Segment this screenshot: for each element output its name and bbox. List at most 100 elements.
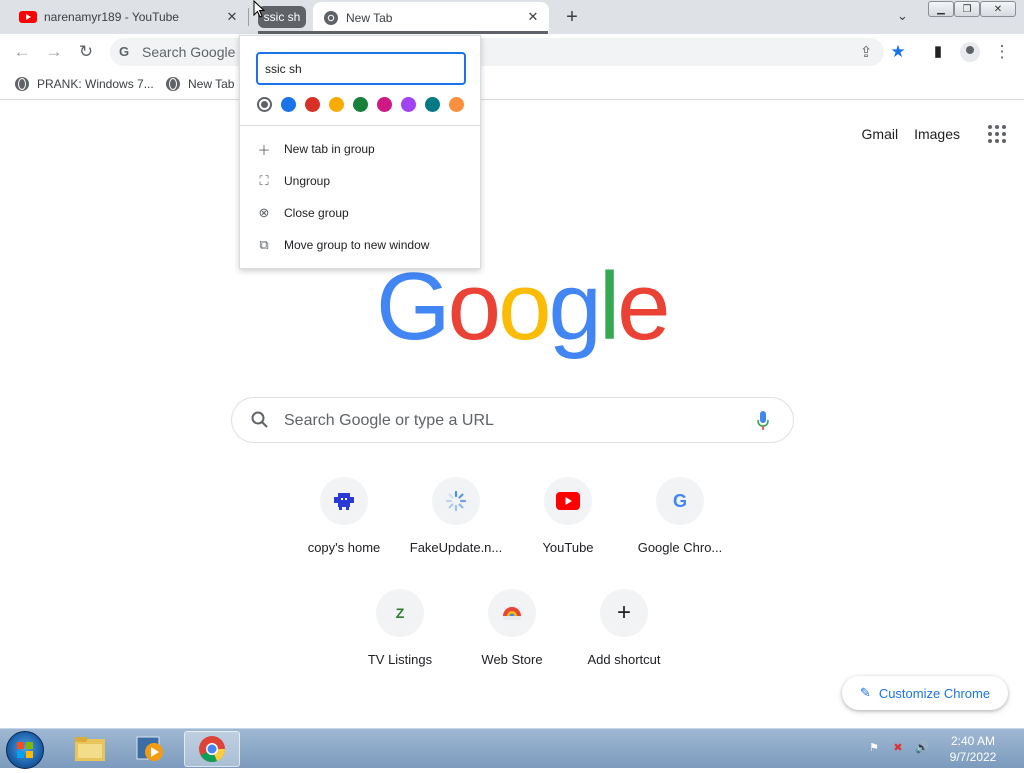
shortcut-copys-home[interactable]: copy's home (288, 477, 400, 577)
shortcut-youtube[interactable]: YouTube (512, 477, 624, 577)
customize-chrome-button[interactable]: ✎ Customize Chrome (842, 676, 1008, 710)
shortcut-web-store[interactable]: Web Store (456, 589, 568, 689)
customize-label: Customize Chrome (878, 685, 991, 701)
volume-icon[interactable]: 🔊 (914, 741, 930, 755)
clock-date: 9/7/2022 (949, 750, 997, 764)
loading-spinner-icon (445, 490, 467, 512)
microphone-icon[interactable] (756, 410, 770, 432)
search-box[interactable]: Search Google or type a URL (231, 397, 794, 443)
address-text: Search Google or type a URL (142, 44, 238, 60)
shortcut-label: Add shortcut (587, 652, 661, 667)
network-icon[interactable]: ✖ (890, 741, 906, 755)
tab-group-editor: ＋ New tab in group ⛶ Ungroup ⊗ Close gro… (239, 35, 481, 269)
chrome-icon (199, 736, 225, 763)
share-icon[interactable]: ⇪ (856, 43, 876, 61)
shortcut-label: FakeUpdate.n... (409, 540, 503, 555)
toolbar: ← → ↻ G Search Google or type a URL ⇪ ★ … (0, 34, 1024, 70)
google-g-icon: G (119, 44, 130, 59)
restore-button[interactable]: ❐ (954, 1, 980, 17)
shortcut-fakeupdate[interactable]: FakeUpdate.n... (400, 477, 512, 577)
globe-icon (15, 77, 29, 91)
close-circle-icon: ⊗ (258, 205, 270, 220)
forward-icon[interactable]: → (44, 42, 64, 62)
close-tab-icon[interactable]: ✕ (224, 9, 240, 25)
menu-item-label: Close group (284, 206, 349, 220)
shortcut-label: TV Listings (367, 652, 433, 667)
images-link[interactable]: Images (914, 126, 960, 142)
color-red-swatch[interactable] (305, 97, 320, 112)
close-group-item[interactable]: ⊗ Close group (240, 197, 480, 229)
start-button[interactable] (6, 731, 44, 769)
tab-search-icon[interactable]: ⌄ (897, 8, 908, 24)
system-clock[interactable]: 2:40 AM 9/7/2022 (940, 733, 1006, 765)
ungroup-icon: ⛶ (259, 173, 269, 188)
google-apps-icon[interactable] (988, 125, 1006, 143)
close-tab-icon[interactable]: ✕ (525, 9, 541, 25)
shortcut-label: Google Chro... (637, 540, 723, 555)
taskbar-explorer[interactable] (62, 731, 118, 767)
shortcut-icon (488, 589, 536, 637)
plus-icon: + (616, 599, 631, 626)
tab-new-tab[interactable]: New Tab ✕ (313, 2, 549, 34)
color-cyan-swatch[interactable] (425, 97, 440, 112)
back-icon[interactable]: ← (12, 42, 32, 62)
bookmark-star-icon[interactable]: ★ (888, 42, 908, 62)
color-blue-swatch[interactable] (281, 97, 296, 112)
shortcut-tv-listings[interactable]: Z TV Listings (344, 589, 456, 689)
youtube-icon (19, 11, 37, 23)
window-close-button[interactable]: ✕ (980, 1, 1016, 17)
gmail-link[interactable]: Gmail (862, 126, 899, 142)
color-pink-swatch[interactable] (377, 97, 392, 112)
chrome-icon (324, 11, 338, 25)
folder-icon (75, 737, 105, 761)
ungroup-item[interactable]: ⛶ Ungroup (240, 165, 480, 197)
search-icon (251, 411, 268, 428)
group-name-input[interactable] (256, 52, 466, 85)
shortcut-icon: + (600, 589, 648, 637)
address-bar[interactable]: G Search Google or type a URL (110, 38, 240, 66)
side-panel-icon[interactable]: ▮ (928, 42, 948, 60)
bookmark-new-tab[interactable]: New Tab (166, 77, 234, 91)
tab-group-chip[interactable]: ssic sh (258, 6, 306, 28)
reload-icon[interactable]: ↻ (76, 42, 96, 62)
profile-avatar[interactable] (960, 42, 980, 62)
shortcut-add[interactable]: + Add shortcut (568, 589, 680, 689)
action-center-icon[interactable]: ⚑ (866, 741, 882, 755)
menu-kebab-icon[interactable]: ⋮ (992, 42, 1012, 62)
tab-divider (248, 8, 249, 26)
shortcut-icon: Z (376, 589, 424, 637)
minimize-button[interactable]: ▁ (928, 1, 954, 17)
shortcut-icon (544, 477, 592, 525)
shortcut-label: YouTube (542, 540, 594, 555)
shortcut-icon (320, 477, 368, 525)
new-tab-page: Gmail Images Google Search Google or typ… (0, 101, 1024, 728)
menu-item-label: New tab in group (284, 142, 375, 156)
color-grey-swatch[interactable] (257, 97, 272, 112)
google-logo: Google (376, 253, 671, 360)
bookmarks-bar: PRANK: Windows 7... New Tab (0, 70, 1024, 100)
taskbar: ⚑ ✖ 🔊 2:40 AM 9/7/2022 (0, 728, 1024, 769)
color-purple-swatch[interactable] (401, 97, 416, 112)
color-yellow-swatch[interactable] (329, 97, 344, 112)
media-player-icon (136, 736, 163, 761)
move-group-item[interactable]: ⧉ Move group to new window (240, 229, 480, 261)
color-green-swatch[interactable] (353, 97, 368, 112)
person-icon (966, 46, 974, 54)
tab-youtube[interactable]: narenamyr189 - YouTube ✕ (0, 0, 248, 34)
search-placeholder: Search Google or type a URL (284, 412, 494, 429)
taskbar-media-player[interactable] (122, 731, 178, 767)
bookmark-prank[interactable]: PRANK: Windows 7... (15, 77, 154, 91)
address-bar-end[interactable] (480, 38, 884, 66)
new-tab-in-group-item[interactable]: ＋ New tab in group (240, 133, 480, 165)
color-orange-swatch[interactable] (449, 97, 464, 112)
youtube-icon (556, 492, 580, 510)
mouse-cursor-icon (253, 0, 265, 18)
new-tab-button[interactable]: + (563, 6, 581, 29)
globe-icon (166, 77, 180, 91)
menu-item-label: Move group to new window (284, 238, 430, 252)
move-window-icon: ⧉ (259, 237, 269, 252)
shortcut-google-chrome[interactable]: G Google Chro... (624, 477, 736, 577)
taskbar-chrome[interactable] (184, 731, 240, 767)
bookmark-label: PRANK: Windows 7... (37, 77, 154, 91)
tab-strip: narenamyr189 - YouTube ✕ ssic sh New Tab… (0, 0, 1024, 34)
